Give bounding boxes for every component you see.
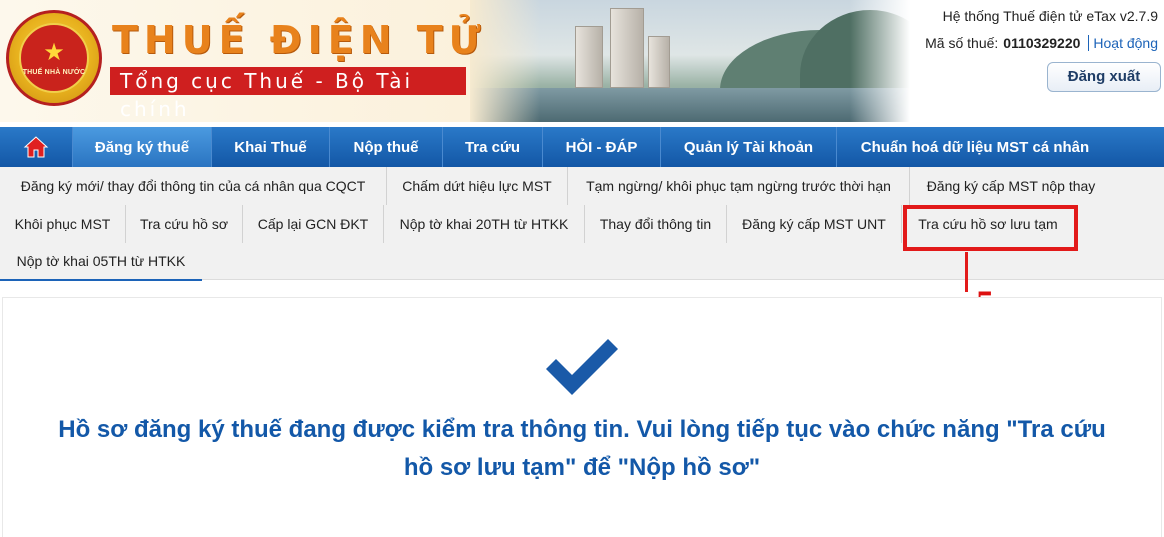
tax-code-row: Mã số thuế: 0110329220 Hoạt động [925, 35, 1158, 51]
sub-item-cham-dut-hieu-luc[interactable]: Chấm dứt hiệu lực MST [387, 167, 568, 205]
sub-item-nop-to-khai-20th[interactable]: Nộp tờ khai 20TH từ HTKK [384, 205, 585, 243]
nav-nop-thue[interactable]: Nộp thuế [330, 127, 443, 167]
checkmark-icon [546, 339, 618, 395]
emblem-text: THUẾ NHÀ NƯỚC [22, 68, 86, 76]
status-message-line-1: Hồ sơ đăng ký thuế đang được kiểm tra th… [58, 416, 1106, 443]
nav-hoi-dap[interactable]: HỎI - ĐÁP [543, 127, 661, 167]
sub-item-thay-doi-thong-tin[interactable]: Thay đổi thông tin [585, 205, 727, 243]
sub-item-tam-ngung[interactable]: Tạm ngừng/ khôi phục tạm ngừng trước thờ… [568, 167, 910, 205]
nav-dang-ky-thue[interactable]: Đăng ký thuế [73, 127, 212, 167]
tax-code-value: 0110329220 [1003, 35, 1081, 51]
sub-item-dang-ky-mst-unt[interactable]: Đăng ký cấp MST UNT [727, 205, 902, 243]
home-icon [23, 136, 49, 158]
nav-quan-ly-tai-khoan[interactable]: Quản lý Tài khoản [661, 127, 837, 167]
banner-scenery-image [470, 0, 910, 122]
divider [1088, 35, 1090, 51]
brand-title: THUẾ ĐIỆN TỬ [112, 18, 487, 62]
home-button[interactable] [0, 127, 73, 167]
sub-item-dang-ky-moi[interactable]: Đăng ký mới/ thay đổi thông tin của cá n… [0, 167, 387, 205]
activity-link[interactable]: Hoạt động [1093, 35, 1158, 51]
logout-button[interactable]: Đăng xuất [1047, 62, 1161, 92]
highlight-annotation-box [903, 205, 1078, 251]
sub-item-tra-cuu-ho-so[interactable]: Tra cứu hồ sơ [126, 205, 243, 243]
status-message-line-2: hồ sơ lưu tạm" để "Nộp hồ sơ" [403, 454, 761, 481]
system-name: Hệ thống Thuế điện tử eTax v2.7.9 [942, 8, 1158, 24]
sub-item-cap-lai-gcn[interactable]: Cấp lại GCN ĐKT [243, 205, 384, 243]
sub-menu-row: Nộp tờ khai 05TH từ HTKK [0, 243, 202, 281]
main-nav: Đăng ký thuế Khai Thuế Nộp thuế Tra cứu … [0, 127, 1164, 167]
status-message: Hồ sơ đăng ký thuế đang được kiểm tra th… [20, 411, 1144, 487]
nav-tra-cuu[interactable]: Tra cứu [443, 127, 543, 167]
annotation-pointer-line [965, 252, 968, 292]
tax-code-label: Mã số thuế: [925, 35, 999, 51]
sub-item-khoi-phuc-mst[interactable]: Khôi phục MST [0, 205, 126, 243]
sub-item-nop-to-khai-05th[interactable]: Nộp tờ khai 05TH từ HTKK [0, 243, 202, 281]
header-banner: ★ THUẾ NHÀ NƯỚC THUẾ ĐIỆN TỬ Tổng cục Th… [0, 0, 1164, 122]
tax-emblem-logo: ★ THUẾ NHÀ NƯỚC [6, 10, 102, 106]
sub-menu-row: Đăng ký mới/ thay đổi thông tin của cá n… [0, 167, 1112, 205]
nav-khai-thue[interactable]: Khai Thuế [212, 127, 330, 167]
nav-chuan-hoa-mst[interactable]: Chuẩn hoá dữ liệu MST cá nhân [837, 127, 1113, 167]
star-icon: ★ [43, 38, 65, 66]
brand-subtitle: Tổng cục Thuế - Bộ Tài chính [110, 67, 466, 121]
sub-item-dang-ky-mst-nop-thay[interactable]: Đăng ký cấp MST nộp thay [910, 167, 1112, 205]
